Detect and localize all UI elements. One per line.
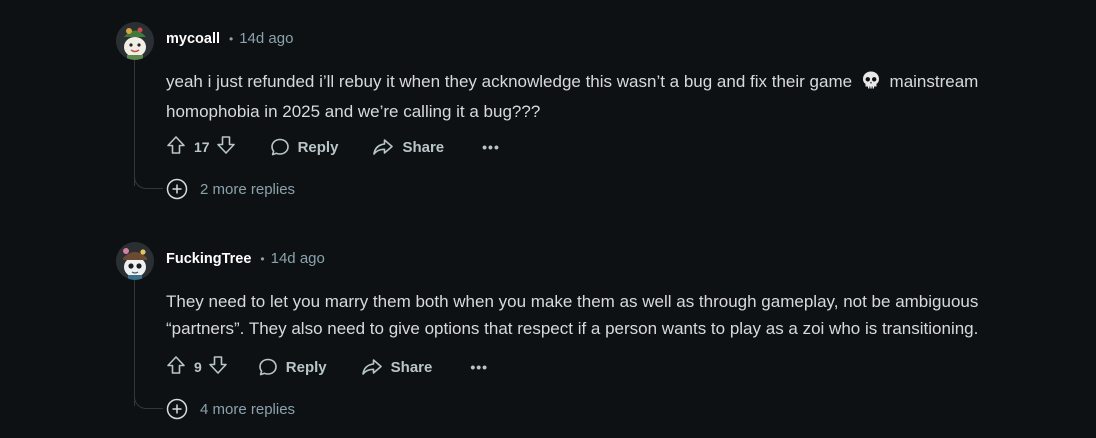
share-button[interactable]: Share bbox=[372, 137, 444, 157]
reply-button[interactable]: Reply bbox=[258, 357, 327, 377]
more-options-button[interactable]: ••• bbox=[470, 359, 488, 375]
plus-circle-icon bbox=[166, 178, 188, 200]
comment-meta: mycoall • 14d ago bbox=[166, 30, 293, 47]
more-options-button[interactable]: ••• bbox=[482, 139, 500, 155]
comment-text: They need to let you marry them both whe… bbox=[166, 292, 979, 311]
plus-circle-icon bbox=[166, 398, 188, 420]
skull-emoji-icon bbox=[861, 70, 881, 98]
thread-elbow bbox=[134, 176, 163, 189]
comment-text: mainstream bbox=[889, 72, 979, 91]
avatar[interactable] bbox=[116, 22, 154, 60]
meta-separator: • bbox=[229, 31, 234, 46]
more-replies-link[interactable]: 4 more replies bbox=[166, 398, 295, 420]
downvote-icon[interactable] bbox=[216, 135, 236, 159]
comment-actions: 17 Reply Share ••• bbox=[166, 134, 500, 160]
speech-bubble-icon bbox=[270, 138, 289, 156]
comment-meta: FuckingTree • 14d ago bbox=[166, 250, 325, 267]
share-button[interactable]: Share bbox=[361, 357, 433, 377]
upvote-icon[interactable] bbox=[166, 355, 186, 379]
share-label: Share bbox=[402, 138, 445, 156]
upvote-icon[interactable] bbox=[166, 135, 186, 159]
vote-control: 17 bbox=[166, 135, 236, 159]
more-replies-link[interactable]: 2 more replies bbox=[166, 178, 295, 200]
share-label: Share bbox=[390, 358, 433, 376]
reply-label: Reply bbox=[285, 358, 327, 376]
reply-label: Reply bbox=[297, 138, 339, 156]
comment-body: yeah i just refunded i’ll rebuy it when … bbox=[166, 68, 1066, 125]
vote-control: 9 bbox=[166, 355, 228, 379]
speech-bubble-icon bbox=[258, 358, 277, 376]
timestamp[interactable]: 14d ago bbox=[271, 250, 325, 267]
meta-separator: • bbox=[260, 251, 265, 266]
reply-button[interactable]: Reply bbox=[270, 137, 339, 157]
vote-count: 17 bbox=[194, 139, 210, 155]
timestamp[interactable]: 14d ago bbox=[239, 30, 293, 47]
comment-text: yeah i just refunded i’ll rebuy it when … bbox=[166, 72, 853, 91]
share-arrow-icon bbox=[373, 139, 394, 155]
comment-text: homophobia in 2025 and we’re calling it … bbox=[166, 102, 541, 121]
comment-actions: 9 Reply Share ••• bbox=[166, 354, 488, 380]
downvote-icon[interactable] bbox=[208, 355, 228, 379]
more-replies-label: 4 more replies bbox=[200, 400, 296, 418]
comment-body: They need to let you marry them both whe… bbox=[166, 288, 1066, 342]
thread-elbow bbox=[134, 396, 163, 409]
avatar[interactable] bbox=[116, 242, 154, 280]
share-arrow-icon bbox=[361, 359, 382, 375]
more-replies-label: 2 more replies bbox=[200, 180, 296, 198]
comment-thread: mycoall • 14d ago yeah i just refunded i… bbox=[0, 0, 1096, 438]
thread-line[interactable] bbox=[134, 280, 135, 406]
author-name[interactable]: mycoall bbox=[166, 31, 220, 47]
vote-count: 9 bbox=[194, 359, 202, 375]
author-name[interactable]: FuckingTree bbox=[166, 251, 251, 267]
thread-line[interactable] bbox=[134, 60, 135, 186]
comment-text: “partners”. They also need to give optio… bbox=[166, 319, 979, 338]
